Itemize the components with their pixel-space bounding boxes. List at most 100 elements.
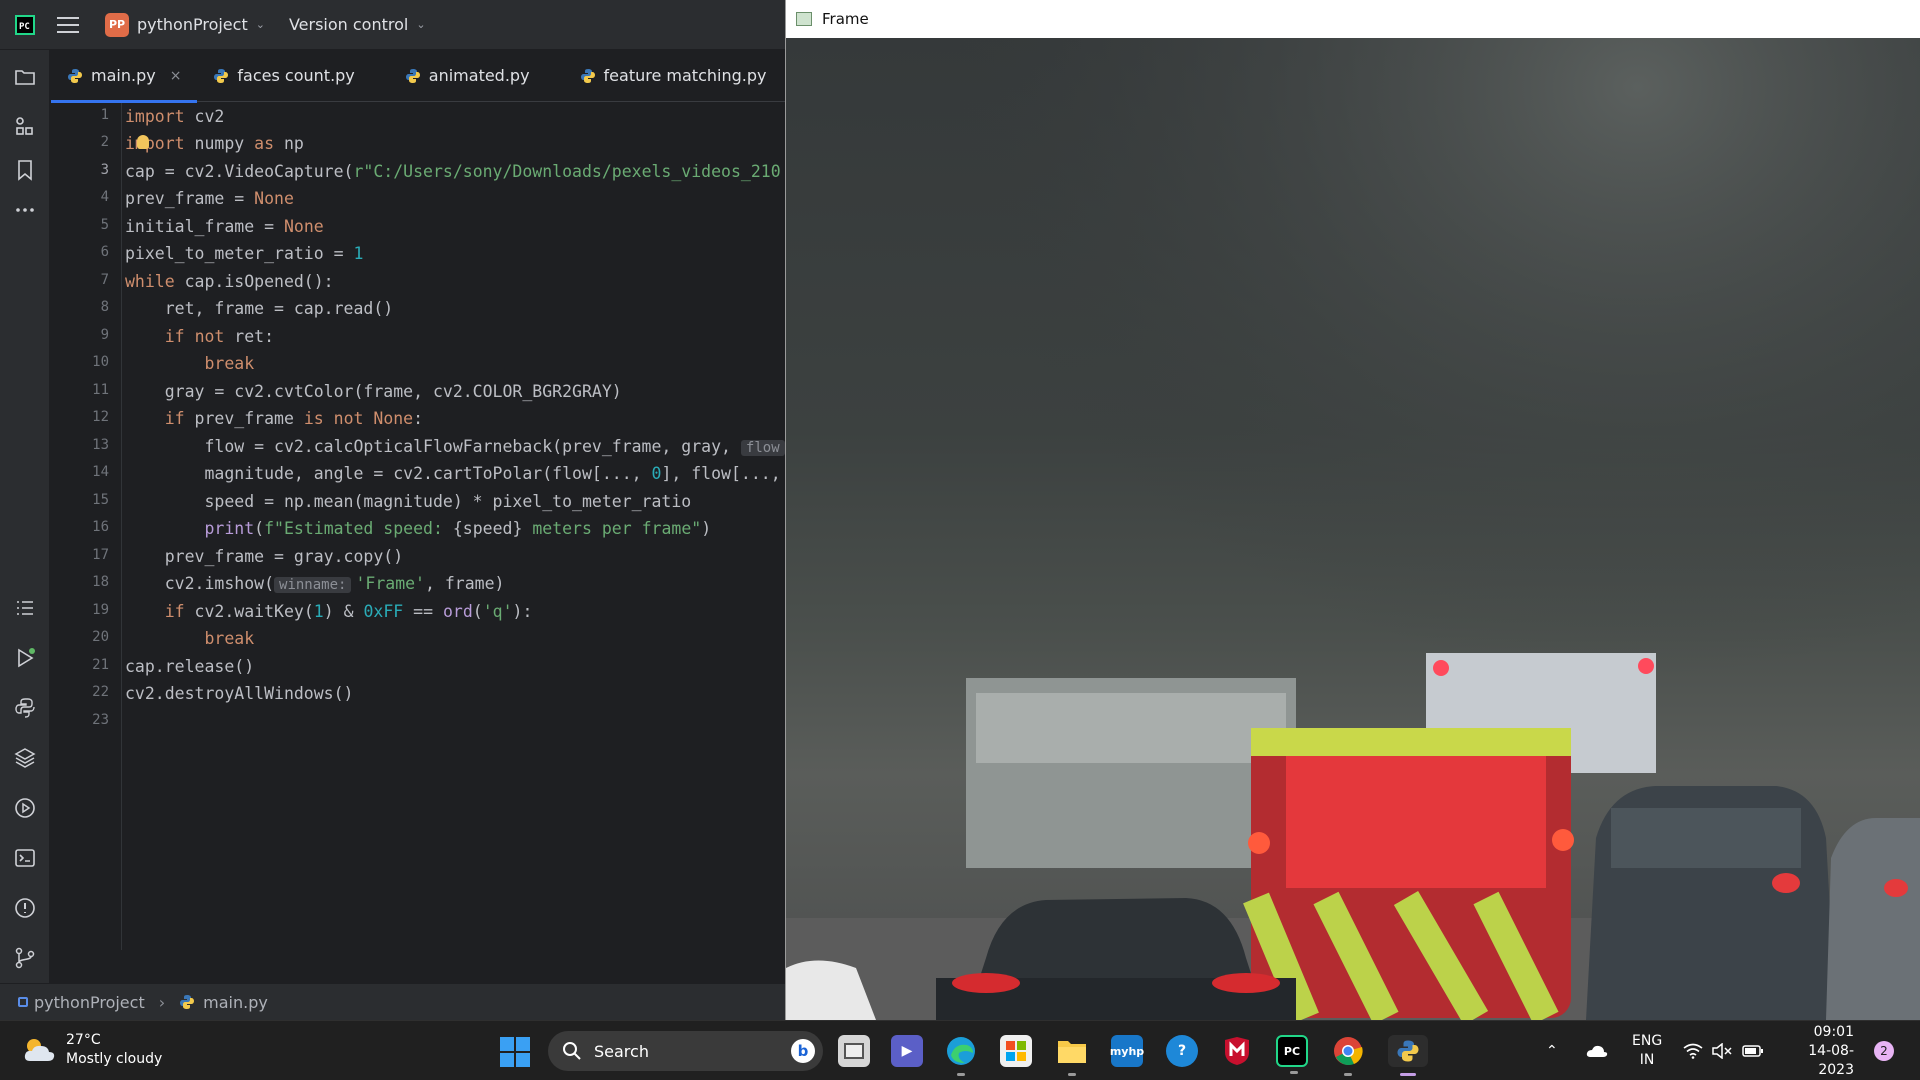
code-area[interactable]: import cv2 import numpy as np cap = cv2.…: [125, 103, 785, 950]
line-number: 4: [100, 189, 109, 205]
frame-title: Frame: [822, 10, 869, 28]
code-line: cv2.imshow(winname: 'Frame', frame): [125, 574, 505, 593]
code-editor[interactable]: 1 2 3 4 5 6 7 8 9 10 11 12 13 14 15 16 1…: [51, 103, 785, 950]
line-number: 16: [92, 519, 109, 535]
main-menu-icon[interactable]: [57, 16, 79, 33]
ide-title-bar: PC PP pythonProject ⌄ Version control ⌄: [0, 0, 785, 50]
tab-feature-matching-py[interactable]: feature matching.py: [564, 50, 783, 102]
edge-browser-icon[interactable]: [945, 1035, 977, 1076]
project-badge[interactable]: PP: [105, 12, 129, 37]
line-number: 6: [100, 244, 109, 260]
myhp-icon[interactable]: myhp: [1110, 1035, 1144, 1067]
code-line: speed = np.mean(magnitude) * pixel_to_me…: [125, 492, 692, 511]
line-number: 20: [92, 629, 109, 645]
tab-label: main.py: [91, 66, 156, 85]
terminal-icon[interactable]: [10, 843, 40, 873]
frame-title-bar[interactable]: Frame: [786, 0, 1920, 38]
code-line: if prev_frame is not None:: [164, 409, 424, 428]
python-file-icon: [214, 68, 229, 83]
pycharm-taskbar-icon[interactable]: PC: [1276, 1035, 1308, 1074]
lang-top: ENG: [1632, 1033, 1663, 1049]
tab-label: faces count.py: [237, 66, 355, 85]
tab-main-py[interactable]: main.py ×: [51, 50, 198, 103]
taskbar-search-box[interactable]: Search b: [548, 1031, 823, 1071]
code-line: prev_frame = gray.copy(): [125, 547, 404, 566]
bookmark-icon[interactable]: [10, 155, 40, 185]
line-number: 3: [100, 162, 109, 178]
code-line: magnitude, angle = cv2.cartToPolar(flow[…: [125, 464, 781, 483]
line-number: 22: [92, 684, 109, 700]
teams-chat-icon[interactable]: ▶: [891, 1035, 923, 1067]
code-line: cv2.destroyAllWindows(): [125, 684, 354, 703]
python-console-icon[interactable]: [10, 693, 40, 723]
python-packages-icon[interactable]: [10, 743, 40, 773]
chevron-right-icon: ›: [158, 992, 166, 1012]
windows-start-icon[interactable]: [500, 1037, 530, 1067]
chevron-down-icon[interactable]: ⌄: [416, 18, 425, 31]
onedrive-icon[interactable]: [1586, 1021, 1608, 1080]
code-line: if not ret:: [164, 327, 275, 346]
clock[interactable]: 09:01 14-08-2023: [1782, 1021, 1854, 1080]
line-number: 23: [92, 712, 109, 728]
frame-window[interactable]: Frame: [785, 0, 1920, 1020]
show-hidden-icons[interactable]: ⌃: [1546, 1021, 1558, 1080]
python-window-icon[interactable]: [1388, 1035, 1428, 1076]
bing-icon[interactable]: b: [791, 1039, 815, 1063]
version-control-menu[interactable]: Version control: [289, 15, 408, 34]
chevron-down-icon[interactable]: ⌄: [256, 18, 265, 31]
folder-icon[interactable]: [10, 62, 40, 92]
tool-window-strip: [0, 50, 50, 983]
clock-date: 14-08-2023: [1808, 1042, 1854, 1078]
task-view-icon[interactable]: [838, 1035, 870, 1067]
param-hint: winname:: [274, 577, 352, 593]
more-icon[interactable]: [10, 195, 40, 225]
code-line: flow = cv2.calcOpticalFlowFarneback(prev…: [125, 433, 785, 460]
help-icon[interactable]: ?: [1166, 1035, 1198, 1067]
tab-label: animated.py: [428, 66, 530, 85]
breadcrumb-file[interactable]: main.py: [203, 993, 268, 1012]
param-hint: flow: [740, 440, 785, 456]
tab-faces-count-py[interactable]: faces count.py: [197, 50, 370, 102]
window-icon: [796, 12, 812, 26]
structure-icon[interactable]: [10, 112, 40, 142]
python-file-icon: [68, 68, 82, 83]
code-line: initial_frame = None: [125, 217, 324, 236]
services-icon[interactable]: [10, 793, 40, 823]
chrome-icon[interactable]: [1332, 1035, 1364, 1076]
breadcrumb-project[interactable]: pythonProject: [34, 993, 145, 1012]
notification-badge[interactable]: 2: [1874, 1041, 1894, 1061]
editor-tabs: main.py × faces count.py animated.py fea…: [51, 50, 785, 103]
code-line: pixel_to_meter_ratio = 1: [125, 244, 364, 263]
mcafee-icon[interactable]: [1221, 1035, 1253, 1067]
line-number: 10: [92, 354, 109, 370]
close-icon[interactable]: ×: [170, 68, 182, 84]
line-number: 19: [92, 602, 109, 618]
code-line: break: [204, 629, 255, 648]
microsoft-store-icon[interactable]: [1000, 1035, 1032, 1067]
tab-animated-py[interactable]: animated.py: [389, 50, 546, 102]
video-frame-image: [786, 38, 1920, 1020]
clock-time: 09:01: [1813, 1023, 1854, 1040]
language-indicator[interactable]: ENG IN: [1632, 1021, 1662, 1080]
git-branch-icon[interactable]: [10, 943, 40, 973]
problems-icon[interactable]: [10, 893, 40, 923]
weather-description: Mostly cloudy: [66, 1051, 163, 1067]
weather-widget[interactable]: 27°C Mostly cloudy: [22, 1031, 162, 1069]
code-line: gray = cv2.cvtColor(frame, cv2.COLOR_BGR…: [125, 382, 622, 401]
code-line: prev_frame = None: [125, 189, 294, 208]
run-icon[interactable]: [10, 643, 40, 673]
python-file-icon: [405, 68, 420, 83]
code-line: import cv2: [125, 107, 225, 126]
line-number: 12: [92, 409, 109, 425]
search-icon: [563, 1042, 581, 1060]
lightbulb-icon[interactable]: [137, 135, 149, 149]
todo-list-icon[interactable]: [10, 593, 40, 623]
line-number: 11: [92, 382, 109, 398]
volume-muted-icon[interactable]: [1712, 1021, 1732, 1080]
file-explorer-icon[interactable]: [1056, 1035, 1088, 1076]
python-file-icon: [580, 68, 595, 83]
battery-icon[interactable]: [1742, 1021, 1764, 1080]
pycharm-logo-icon[interactable]: PC: [15, 14, 35, 35]
project-name[interactable]: pythonProject: [137, 15, 248, 34]
wifi-icon[interactable]: [1683, 1021, 1703, 1080]
